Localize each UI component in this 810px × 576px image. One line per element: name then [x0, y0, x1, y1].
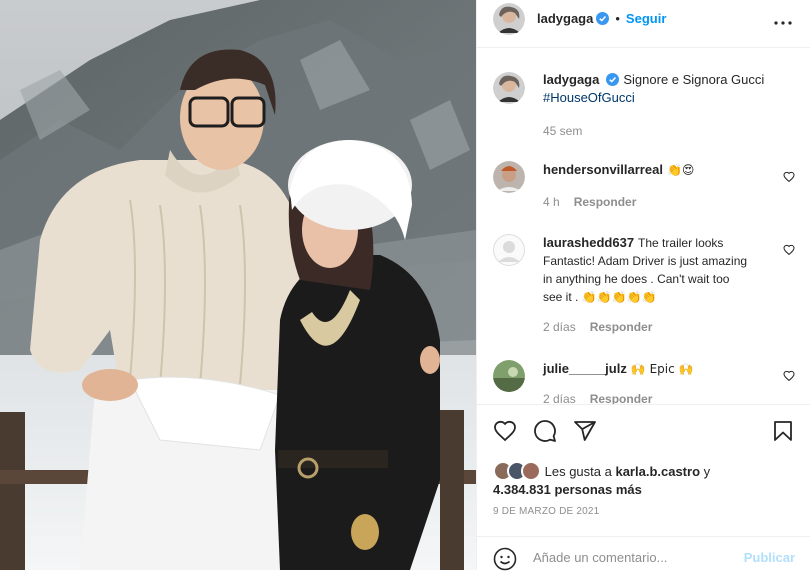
author-avatar[interactable]: [493, 3, 525, 35]
caption-avatar[interactable]: [493, 72, 525, 104]
caption-body: Signore e Signora Gucci: [623, 72, 765, 87]
caption: ladygaga Signore e Signora Gucci #HouseOf…: [493, 72, 803, 142]
post-image: [0, 0, 476, 570]
add-comment-bar: Publicar: [477, 536, 810, 576]
comment-username[interactable]: laurashedd637: [543, 235, 634, 250]
reply-button[interactable]: Responder: [590, 320, 653, 334]
likes-summary: Les gusta a karla.b.castro y 4.384.831 p…: [493, 461, 793, 499]
reply-button[interactable]: Responder: [590, 392, 653, 404]
comments-list[interactable]: ladygaga Signore e Signora Gucci #HouseOf…: [477, 49, 810, 404]
post-actions: Les gusta a karla.b.castro y 4.384.831 p…: [477, 404, 810, 571]
caption-hashtag[interactable]: #HouseOfGucci: [543, 90, 635, 105]
verified-badge-icon: [596, 12, 610, 25]
liker-avatars[interactable]: [493, 461, 541, 481]
reply-button[interactable]: Responder: [574, 195, 637, 209]
likes-count[interactable]: 4.384.831 personas más: [493, 482, 642, 497]
comment-time[interactable]: 4 h: [543, 195, 560, 209]
post-photo[interactable]: [0, 0, 476, 570]
comment-item: laurashedd637 The trailer looks Fantastic…: [493, 234, 803, 344]
comment-like-heart-icon[interactable]: [783, 370, 795, 382]
comment-body: 🙌 Epic 🙌: [630, 362, 694, 376]
comment-text: hendersonvillarreal 👏😍: [543, 161, 783, 179]
post-date[interactable]: 9 DE MARZO DE 2021: [493, 506, 599, 517]
comment-input[interactable]: [533, 547, 733, 567]
likes-conjunction: y: [703, 464, 711, 479]
comment-like-heart-icon[interactable]: [783, 171, 795, 183]
heart-icon[interactable]: [493, 419, 517, 443]
comment-text: laurashedd637 The trailer looks Fantastic…: [543, 234, 749, 306]
comment-meta: 2 días Responder: [543, 320, 652, 334]
comment-text: julie_____julz 🙌 Epic 🙌: [543, 360, 783, 378]
comment-item: hendersonvillarreal 👏😍 4 h Responder: [493, 161, 803, 217]
caption-time[interactable]: 45 sem: [543, 124, 582, 138]
comment-meta: 4 h Responder: [543, 195, 636, 209]
likes-prefix: Les gusta a: [544, 464, 612, 479]
emoji-icon[interactable]: [493, 547, 517, 571]
comment-like-heart-icon[interactable]: [783, 244, 795, 256]
instagram-post: ladygaga • Seguir ladygaga Signore e Signor…: [0, 0, 810, 571]
verified-badge-icon: [606, 73, 620, 86]
follow-button[interactable]: Seguir: [626, 11, 666, 26]
post-header: ladygaga • Seguir: [477, 0, 810, 48]
comment-avatar[interactable]: [493, 234, 525, 266]
bookmark-icon[interactable]: [771, 419, 795, 443]
comment-time[interactable]: 2 días: [543, 392, 576, 404]
publish-button[interactable]: Publicar: [744, 550, 795, 565]
header-line: ladygaga • Seguir: [537, 11, 666, 26]
caption-username[interactable]: ladygaga: [543, 72, 599, 87]
comment-username[interactable]: julie_____julz: [543, 361, 627, 376]
separator-dot: •: [615, 11, 620, 26]
comment-avatar[interactable]: [493, 161, 525, 193]
comment-meta: 2 días Responder: [543, 392, 652, 404]
comment-avatar[interactable]: [493, 360, 525, 392]
comment-username[interactable]: hendersonvillarreal: [543, 162, 663, 177]
author-username[interactable]: ladygaga: [537, 11, 593, 26]
comment-item: julie_____julz 🙌 Epic 🙌 2 días Responder: [493, 360, 803, 404]
likes-user[interactable]: karla.b.castro: [615, 464, 700, 479]
comment-time[interactable]: 2 días: [543, 320, 576, 334]
comment-body: 👏😍: [666, 163, 695, 177]
post-panel: ladygaga • Seguir ladygaga Signore e Signor…: [476, 0, 810, 571]
send-icon[interactable]: [573, 419, 597, 443]
more-options-icon[interactable]: [771, 11, 795, 35]
comment-icon[interactable]: [533, 419, 557, 443]
caption-text: ladygaga Signore e Signora Gucci #HouseOf…: [543, 71, 783, 107]
